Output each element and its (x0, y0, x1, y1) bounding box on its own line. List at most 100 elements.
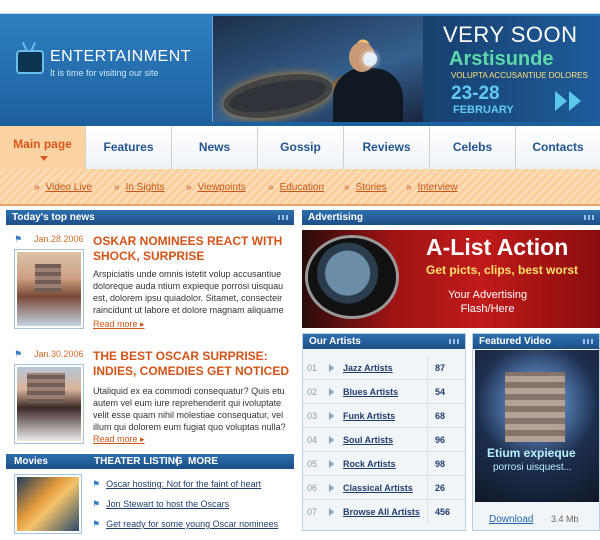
promo-banner[interactable]: VERY SOON Arstisunde VOLUPTA ACCUSANTIUE… (212, 16, 600, 122)
tv-screen-icon (308, 238, 396, 316)
featured-video-title: Featured Video (479, 336, 552, 347)
column-divider (427, 500, 428, 524)
movie-link[interactable]: Get ready for some young Oscar nominees (92, 519, 278, 530)
artist-count: 456 (435, 507, 451, 517)
row-number: 07 (307, 507, 318, 517)
news-thumbnail[interactable] (14, 364, 84, 444)
news-thumbnail[interactable] (14, 249, 84, 329)
advertising-banner[interactable]: A-List Action Get picts, clips, best wor… (302, 230, 600, 328)
news-headline[interactable]: THE BEST OSCAR SURPRISE: INDIES, COMEDIE… (93, 349, 293, 379)
advertising-title: Advertising (308, 212, 364, 223)
artist-link[interactable]: Soul Artists (343, 435, 393, 445)
artist-link[interactable]: Funk Artists (343, 411, 395, 421)
turntable-shape (220, 66, 336, 122)
news-headline[interactable]: OSKAR NOMINEES REACT WITH SHOCK, SURPRIS… (93, 234, 293, 264)
row-number: 05 (307, 459, 318, 469)
movie-link[interactable]: Oscar hosting: Not for the faint of hear… (92, 479, 261, 490)
top-border (0, 0, 600, 14)
artists-header: Our Artists (303, 334, 465, 349)
subnav-viewpoints[interactable]: Viewpoints (186, 182, 246, 193)
artist-row[interactable]: 03 Funk Artists 68 (303, 404, 465, 428)
movies-more-link[interactable]: MORE (188, 454, 218, 469)
subnav-stories[interactable]: Stories (344, 182, 387, 193)
artist-row[interactable]: 06 Classical Artists 26 (303, 476, 465, 500)
artist-row[interactable]: 01 Jazz Artists 87 (303, 356, 465, 380)
subnav-video-live[interactable]: Video Live (34, 182, 93, 193)
artist-row[interactable]: 02 Blues Artists 54 (303, 380, 465, 404)
artist-link[interactable]: Rock Artists (343, 459, 396, 469)
nav-news[interactable]: News (172, 126, 258, 169)
header-separator: | (176, 456, 179, 467)
subnav-education[interactable]: Education (268, 182, 324, 193)
headphones-icon (363, 52, 377, 66)
nav-features[interactable]: Features (86, 126, 172, 169)
logo-tagline: It is time for visiting our site (50, 68, 159, 78)
triangle-bullet-icon (329, 508, 334, 516)
site-logo[interactable]: ENTERTAINMENT It is time for visiting ou… (14, 42, 204, 102)
row-number: 01 (307, 363, 318, 373)
triangle-bullet-icon (329, 460, 334, 468)
artist-count: 68 (435, 411, 446, 421)
tv-icon (16, 50, 44, 74)
triangle-bullet-icon (329, 388, 334, 396)
artists-title: Our Artists (309, 336, 361, 347)
theater-listing-link[interactable]: THEATER LISTING (94, 454, 183, 469)
artist-row[interactable]: 04 Soul Artists 96 (303, 428, 465, 452)
movie-photo (17, 477, 79, 531)
nav-contacts[interactable]: Contacts (516, 126, 600, 169)
video-caption-title: Etium expieque (487, 446, 576, 460)
download-link[interactable]: Download (489, 514, 533, 525)
artist-row[interactable]: 07 Browse All Artists 456 (303, 500, 465, 524)
nav-gossip[interactable]: Gossip (258, 126, 344, 169)
artist-count: 98 (435, 459, 446, 469)
news-headline-line2: INDIES, COMEDIES GET NOTICED (93, 364, 290, 378)
movie-link[interactable]: Jon Stewart to host the Oscars (92, 499, 229, 510)
site-header: ENTERTAINMENT It is time for visiting ou… (0, 14, 600, 126)
artist-link[interactable]: Blues Artists (343, 387, 398, 397)
main-nav: Main page Features News Gossip Reviews C… (0, 126, 600, 169)
banner-month: FEBRUARY (453, 104, 514, 116)
top-news-header: Today's top news (6, 210, 294, 225)
top-news-title: Today's top news (12, 212, 95, 223)
triangle-bullet-icon (329, 484, 334, 492)
artist-count: 87 (435, 363, 446, 373)
panel-grip-icon (583, 339, 593, 344)
artist-link[interactable]: Browse All Artists (343, 507, 420, 517)
movies-title: Movies (14, 456, 48, 467)
dj-image (213, 16, 423, 122)
subnav-in-sights[interactable]: In Sights (114, 182, 165, 193)
artist-link[interactable]: Jazz Artists (343, 363, 393, 373)
row-number: 03 (307, 411, 318, 421)
file-size: 3.4 Mb (551, 514, 579, 524)
news-headline-line2: SHOCK, SURPRISE (93, 249, 205, 263)
artist-row[interactable]: 05 Rock Artists 98 (303, 452, 465, 476)
artist-count: 26 (435, 483, 446, 493)
subnav-interview[interactable]: Interview (406, 182, 458, 193)
column-divider (427, 356, 428, 380)
triangle-bullet-icon (329, 412, 334, 420)
artist-link[interactable]: Classical Artists (343, 483, 413, 493)
flag-icon: ⚑ (14, 349, 23, 359)
dj-body-shape (333, 68, 403, 122)
pixelated-face (35, 264, 61, 292)
nav-main-page-label: Main page (13, 137, 72, 151)
movie-thumbnail[interactable] (14, 474, 82, 534)
banner-subtitle: VOLUPTA ACCUSANTIUE DOLORES (451, 71, 588, 80)
read-more-link[interactable]: Read more (93, 319, 145, 330)
triangle-bullet-icon (329, 364, 334, 372)
active-arrow-icon (40, 156, 48, 161)
nav-celebs[interactable]: Celebs (430, 126, 516, 169)
flag-icon: ⚑ (14, 234, 23, 244)
news-body: Utaliquid ex ea commodi consequatur? Qui… (93, 386, 286, 432)
news-date: Jan.30.2006 (34, 349, 84, 359)
column-divider (427, 476, 428, 500)
read-more-link[interactable]: Read more (93, 434, 145, 445)
banner-headline: VERY SOON (443, 22, 578, 47)
panel-grip-icon (278, 215, 288, 220)
artist-count: 96 (435, 435, 446, 445)
column-divider (427, 380, 428, 404)
nav-main-page[interactable]: Main page (0, 126, 86, 169)
ad-subtitle: Get picts, clips, best worst (426, 263, 579, 277)
video-thumbnail[interactable] (475, 350, 599, 502)
nav-reviews[interactable]: Reviews (344, 126, 430, 169)
